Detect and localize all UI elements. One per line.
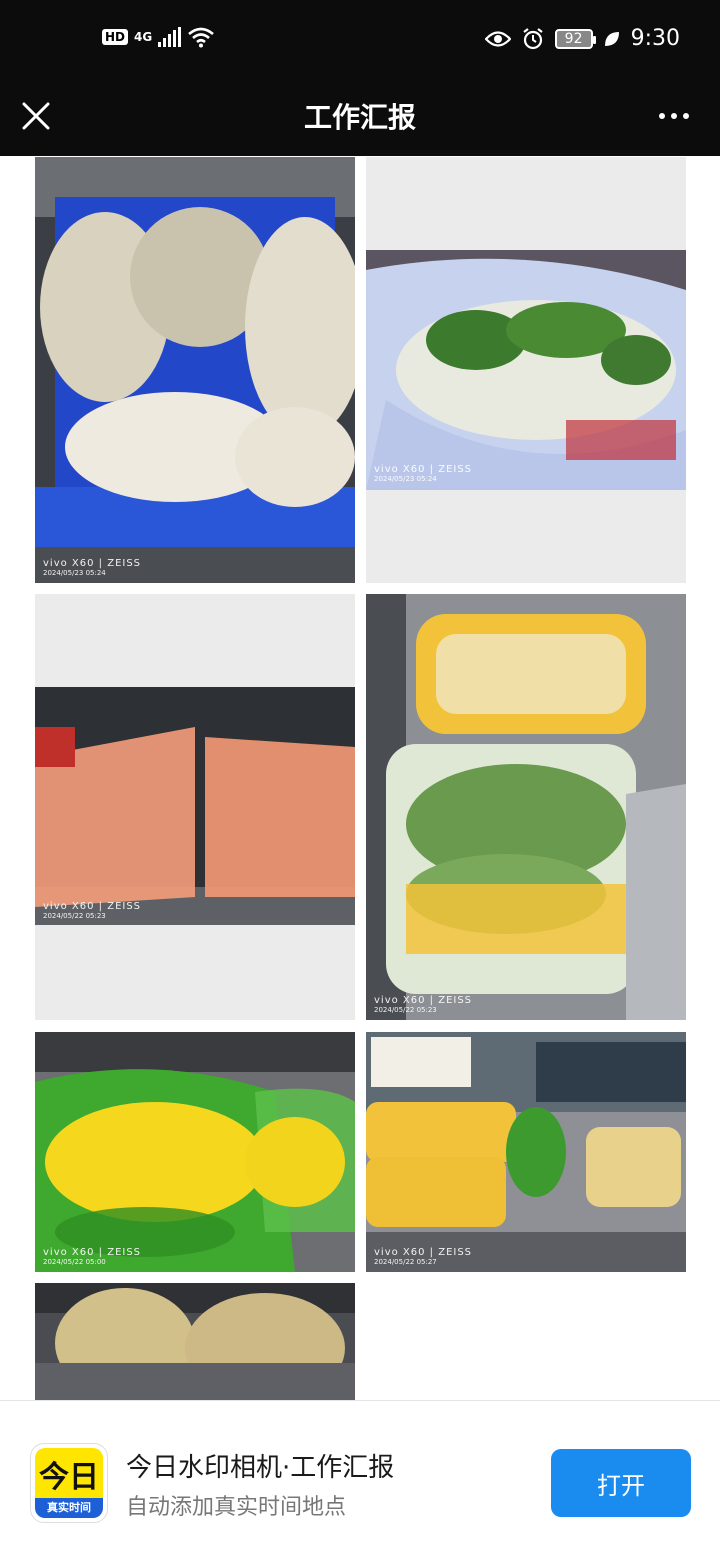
more-dot-icon: [683, 113, 689, 119]
watermark-date: 2024/05/22 05:00: [43, 1258, 106, 1266]
photo-watermark: vivo X60 | ZEISS 2024/05/22 05:00: [43, 1247, 141, 1266]
app-icon-title: 今日: [35, 1448, 103, 1500]
wifi-icon: [188, 27, 215, 48]
app-icon[interactable]: 今日 真实时间: [30, 1443, 108, 1523]
photo-cabbage: [366, 594, 686, 1020]
photo-watermark: vivo X60 | ZEISS 2024/05/23 05:24: [43, 558, 141, 577]
watermark-camera: vivo X60 | ZEISS: [374, 464, 473, 475]
status-right: 92 9:30: [484, 26, 680, 51]
photo-grid: vivo X60 | ZEISS 2024/05/23 05:24 vivo X…: [0, 156, 720, 1400]
photo-radishes: [366, 250, 686, 490]
photo-vegetable-sacks: [366, 1032, 686, 1272]
watermark-date: 2024/05/22 05:27: [374, 1258, 437, 1266]
status-left: HD 4G: [102, 26, 215, 48]
alarm-icon: [522, 27, 543, 49]
app-description: 自动添加真实时间地点: [126, 1495, 347, 1520]
photo-potatoes: [35, 1283, 355, 1400]
more-dot-icon: [671, 113, 677, 119]
more-dot-icon: [659, 113, 665, 119]
photo-tile[interactable]: vivo X60 | ZEISS 2024/05/22 05:00: [35, 1032, 355, 1272]
photo-tile[interactable]: [35, 1283, 355, 1400]
photo-carrots: [35, 687, 355, 925]
photo-watermark: vivo X60 | ZEISS 2024/05/22 05:23: [43, 901, 141, 920]
photo-tile[interactable]: vivo X60 | ZEISS 2024/05/23 05:24: [35, 157, 355, 583]
open-button[interactable]: 打开: [551, 1449, 691, 1517]
watermark-camera: vivo X60 | ZEISS: [43, 558, 142, 569]
watermark-date: 2024/05/22 05:23: [374, 1006, 437, 1014]
signal-icon: [158, 27, 182, 47]
photo-watermark: vivo X60 | ZEISS 2024/05/22 05:27: [374, 1247, 472, 1266]
more-button[interactable]: [652, 94, 696, 138]
app-name: 今日水印相机·工作汇报: [126, 1453, 395, 1483]
watermark-date: 2024/05/22 05:23: [43, 912, 106, 920]
watermark-camera: vivo X60 | ZEISS: [43, 1247, 142, 1258]
leaf-icon: [604, 31, 619, 46]
watermark-camera: vivo X60 | ZEISS: [43, 901, 142, 912]
status-bar: HD 4G 92 9:30: [0, 0, 720, 82]
watermark-date: 2024/05/23 05:24: [374, 475, 437, 483]
photo-corn: [35, 1032, 355, 1272]
battery-icon: 92: [554, 28, 596, 49]
watermark-camera: vivo X60 | ZEISS: [374, 995, 473, 1006]
eye-icon: [484, 30, 511, 47]
photo-tile[interactable]: vivo X60 | ZEISS 2024/05/23 05:24: [366, 157, 686, 583]
watermark-date: 2024/05/23 05:24: [43, 569, 106, 577]
network-type: 4G: [134, 30, 153, 44]
photo-tile[interactable]: vivo X60 | ZEISS 2024/05/22 05:23: [366, 594, 686, 1020]
hd-badge: HD: [102, 29, 129, 45]
photo-tofu-crate: [35, 157, 355, 583]
photo-tile[interactable]: vivo X60 | ZEISS 2024/05/22 05:27: [366, 1032, 686, 1272]
title-bar: 工作汇报: [0, 82, 720, 156]
app-icon-subtitle: 真实时间: [35, 1498, 103, 1518]
watermark-camera: vivo X60 | ZEISS: [374, 1247, 473, 1258]
photo-watermark: vivo X60 | ZEISS 2024/05/23 05:24: [374, 464, 472, 483]
photo-watermark: vivo X60 | ZEISS 2024/05/22 05:23: [374, 995, 472, 1014]
page-title: 工作汇报: [303, 101, 416, 134]
clock: 9:30: [630, 26, 680, 51]
photo-tile[interactable]: vivo X60 | ZEISS 2024/05/22 05:23: [35, 594, 355, 1020]
app-banner: 今日 真实时间 今日水印相机·工作汇报 自动添加真实时间地点 打开: [0, 1400, 720, 1560]
